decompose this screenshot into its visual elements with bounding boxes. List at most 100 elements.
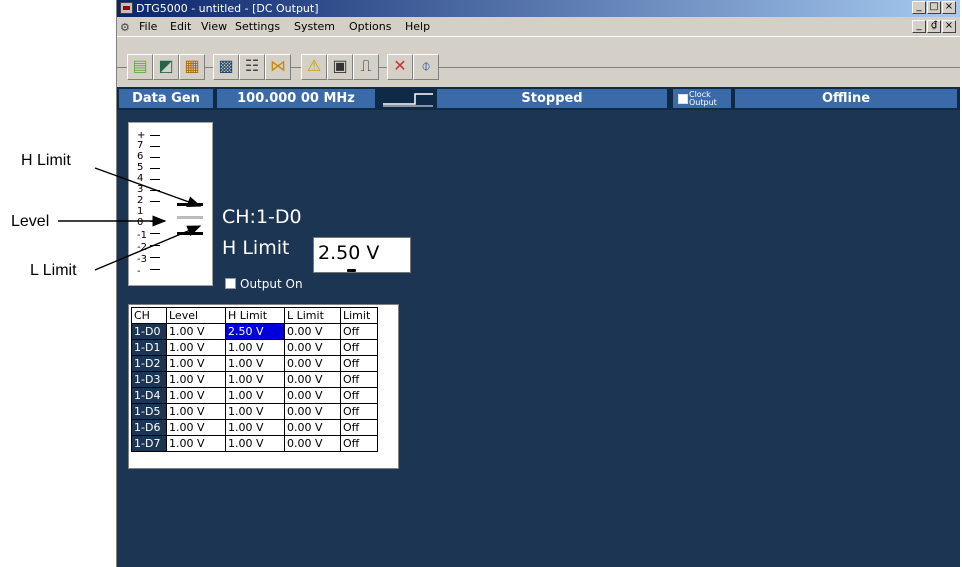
level-cell[interactable]: 1.00 V	[166, 419, 226, 436]
channel-cell[interactable]: 1-D0	[131, 323, 167, 340]
output-icon: ⎍	[360, 58, 372, 75]
status-bar: Data Gen 100.000 00 MHz Stopped Clock Ou…	[117, 87, 960, 110]
h-limit-cell[interactable]: 2.50 V	[225, 323, 285, 340]
channel-cell[interactable]: 1-D3	[131, 371, 167, 388]
sequence-button[interactable]: ⋈	[265, 54, 291, 80]
channel-cell[interactable]: 1-D7	[131, 435, 167, 452]
h-limit-marker[interactable]	[177, 203, 203, 206]
limit-cell[interactable]: Off	[340, 419, 378, 436]
menu-view[interactable]: View	[201, 20, 227, 33]
run-state-indicator[interactable]: Stopped	[437, 89, 667, 108]
channel-cell[interactable]: 1-D4	[131, 387, 167, 404]
menu-options[interactable]: Options	[349, 20, 391, 33]
channel-cell[interactable]: 1-D2	[131, 355, 167, 372]
limit-cell[interactable]: Off	[340, 323, 378, 340]
waveform-button[interactable]: ▩	[213, 54, 239, 80]
app-icon[interactable]	[120, 2, 133, 14]
app-window: DTG5000 - untitled - [DC Output] _ □ × ⚙…	[116, 0, 960, 567]
probe-button[interactable]: ⌽	[413, 54, 439, 80]
group-button[interactable]: ▣	[327, 54, 353, 80]
l-limit-cell[interactable]: 0.00 V	[284, 323, 341, 340]
table-row[interactable]: 1-D0 1.00 V 2.50 V 0.00 V Off	[131, 323, 378, 340]
channel-cell[interactable]: 1-D6	[131, 419, 167, 436]
table-row[interactable]: 1-D5 1.00 V 1.00 V 0.00 V Off	[131, 403, 378, 420]
limit-cell[interactable]: Off	[340, 371, 378, 388]
timing-button[interactable]: ◩	[153, 54, 179, 80]
level-cell[interactable]: 1.00 V	[166, 323, 226, 340]
scale-tick	[150, 233, 160, 234]
l-limit-cell[interactable]: 0.00 V	[284, 435, 341, 452]
table-row[interactable]: 1-D1 1.00 V 1.00 V 0.00 V Off	[131, 339, 378, 356]
level-cell[interactable]: 1.00 V	[166, 435, 226, 452]
table-row[interactable]: 1-D3 1.00 V 1.00 V 0.00 V Off	[131, 371, 378, 388]
h-limit-cell[interactable]: 1.00 V	[225, 371, 285, 388]
l-limit-cell[interactable]: 0.00 V	[284, 419, 341, 436]
menu-settings[interactable]: Settings	[235, 20, 280, 33]
mdi-minimize-button[interactable]: _	[912, 20, 926, 33]
output-on-label: Output On	[240, 277, 303, 291]
column-header[interactable]: Level	[166, 307, 226, 324]
level-cell[interactable]: 1.00 V	[166, 339, 226, 356]
channel-cell[interactable]: 1-D1	[131, 339, 167, 356]
frequency-indicator[interactable]: 100.000 00 MHz	[217, 89, 375, 108]
column-header[interactable]: L Limit	[284, 307, 341, 324]
l-limit-cell[interactable]: 0.00 V	[284, 355, 341, 372]
parameter-label: H Limit	[222, 237, 290, 259]
h-limit-cell[interactable]: 1.00 V	[225, 339, 285, 356]
pattern-button[interactable]: ☷	[239, 54, 265, 80]
callout-l-limit: L Limit	[30, 262, 77, 279]
connection-indicator[interactable]: Offline	[735, 89, 957, 108]
setup-button[interactable]: ▤	[127, 54, 153, 80]
level-cell[interactable]: 1.00 V	[166, 355, 226, 372]
clock-output-checkbox[interactable]	[678, 94, 688, 104]
close-button[interactable]: ×	[942, 1, 956, 14]
title-bar[interactable]: DTG5000 - untitled - [DC Output] _ □ ×	[117, 0, 960, 17]
limit-cell[interactable]: Off	[340, 435, 378, 452]
value-field[interactable]: 2.50 V	[313, 237, 411, 273]
minimize-button[interactable]: _	[912, 1, 926, 14]
menu-edit[interactable]: Edit	[170, 20, 191, 33]
l-limit-cell[interactable]: 0.00 V	[284, 371, 341, 388]
l-limit-cell[interactable]: 0.00 V	[284, 339, 341, 356]
h-limit-cell[interactable]: 1.00 V	[225, 403, 285, 420]
timing-icon: ◩	[158, 58, 174, 75]
column-header[interactable]: H Limit	[225, 307, 285, 324]
maximize-button[interactable]: □	[927, 1, 941, 14]
column-header[interactable]: CH	[131, 307, 167, 324]
table-row[interactable]: 1-D7 1.00 V 1.00 V 0.00 V Off	[131, 435, 378, 452]
mode-indicator[interactable]: Data Gen	[119, 89, 213, 108]
mdi-close-button[interactable]: ×	[942, 20, 956, 33]
l-limit-cell[interactable]: 0.00 V	[284, 403, 341, 420]
h-limit-cell[interactable]: 1.00 V	[225, 355, 285, 372]
table-row[interactable]: 1-D2 1.00 V 1.00 V 0.00 V Off	[131, 355, 378, 372]
document-icon[interactable]: ⚙	[120, 21, 130, 34]
column-header[interactable]: Limit	[340, 307, 378, 324]
table-row[interactable]: 1-D4 1.00 V 1.00 V 0.00 V Off	[131, 387, 378, 404]
level-cell[interactable]: 1.00 V	[166, 371, 226, 388]
output-button[interactable]: ⎍	[353, 54, 379, 80]
run-button[interactable]: ✕	[387, 54, 413, 80]
h-limit-cell[interactable]: 1.00 V	[225, 387, 285, 404]
scale-tick	[150, 257, 160, 258]
limit-cell[interactable]: Off	[340, 339, 378, 356]
alert-button[interactable]: ⚠	[301, 54, 327, 80]
limit-cell[interactable]: Off	[340, 403, 378, 420]
mdi-restore-button[interactable]: ₫	[927, 20, 941, 33]
menu-help[interactable]: Help	[405, 20, 430, 33]
output-on-checkbox[interactable]	[225, 278, 236, 289]
menu-file[interactable]: File	[139, 20, 157, 33]
level-cell[interactable]: 1.00 V	[166, 387, 226, 404]
level-marker[interactable]	[177, 216, 203, 219]
level-cell[interactable]: 1.00 V	[166, 403, 226, 420]
channel-cell[interactable]: 1-D5	[131, 403, 167, 420]
data-listing-button[interactable]: ▦	[179, 54, 205, 80]
limit-cell[interactable]: Off	[340, 387, 378, 404]
l-limit-marker[interactable]	[177, 232, 203, 235]
limit-cell[interactable]: Off	[340, 355, 378, 372]
clock-output-indicator[interactable]: Clock Output	[673, 89, 731, 108]
h-limit-cell[interactable]: 1.00 V	[225, 419, 285, 436]
menu-system[interactable]: System	[294, 20, 335, 33]
table-row[interactable]: 1-D6 1.00 V 1.00 V 0.00 V Off	[131, 419, 378, 436]
h-limit-cell[interactable]: 1.00 V	[225, 435, 285, 452]
l-limit-cell[interactable]: 0.00 V	[284, 387, 341, 404]
